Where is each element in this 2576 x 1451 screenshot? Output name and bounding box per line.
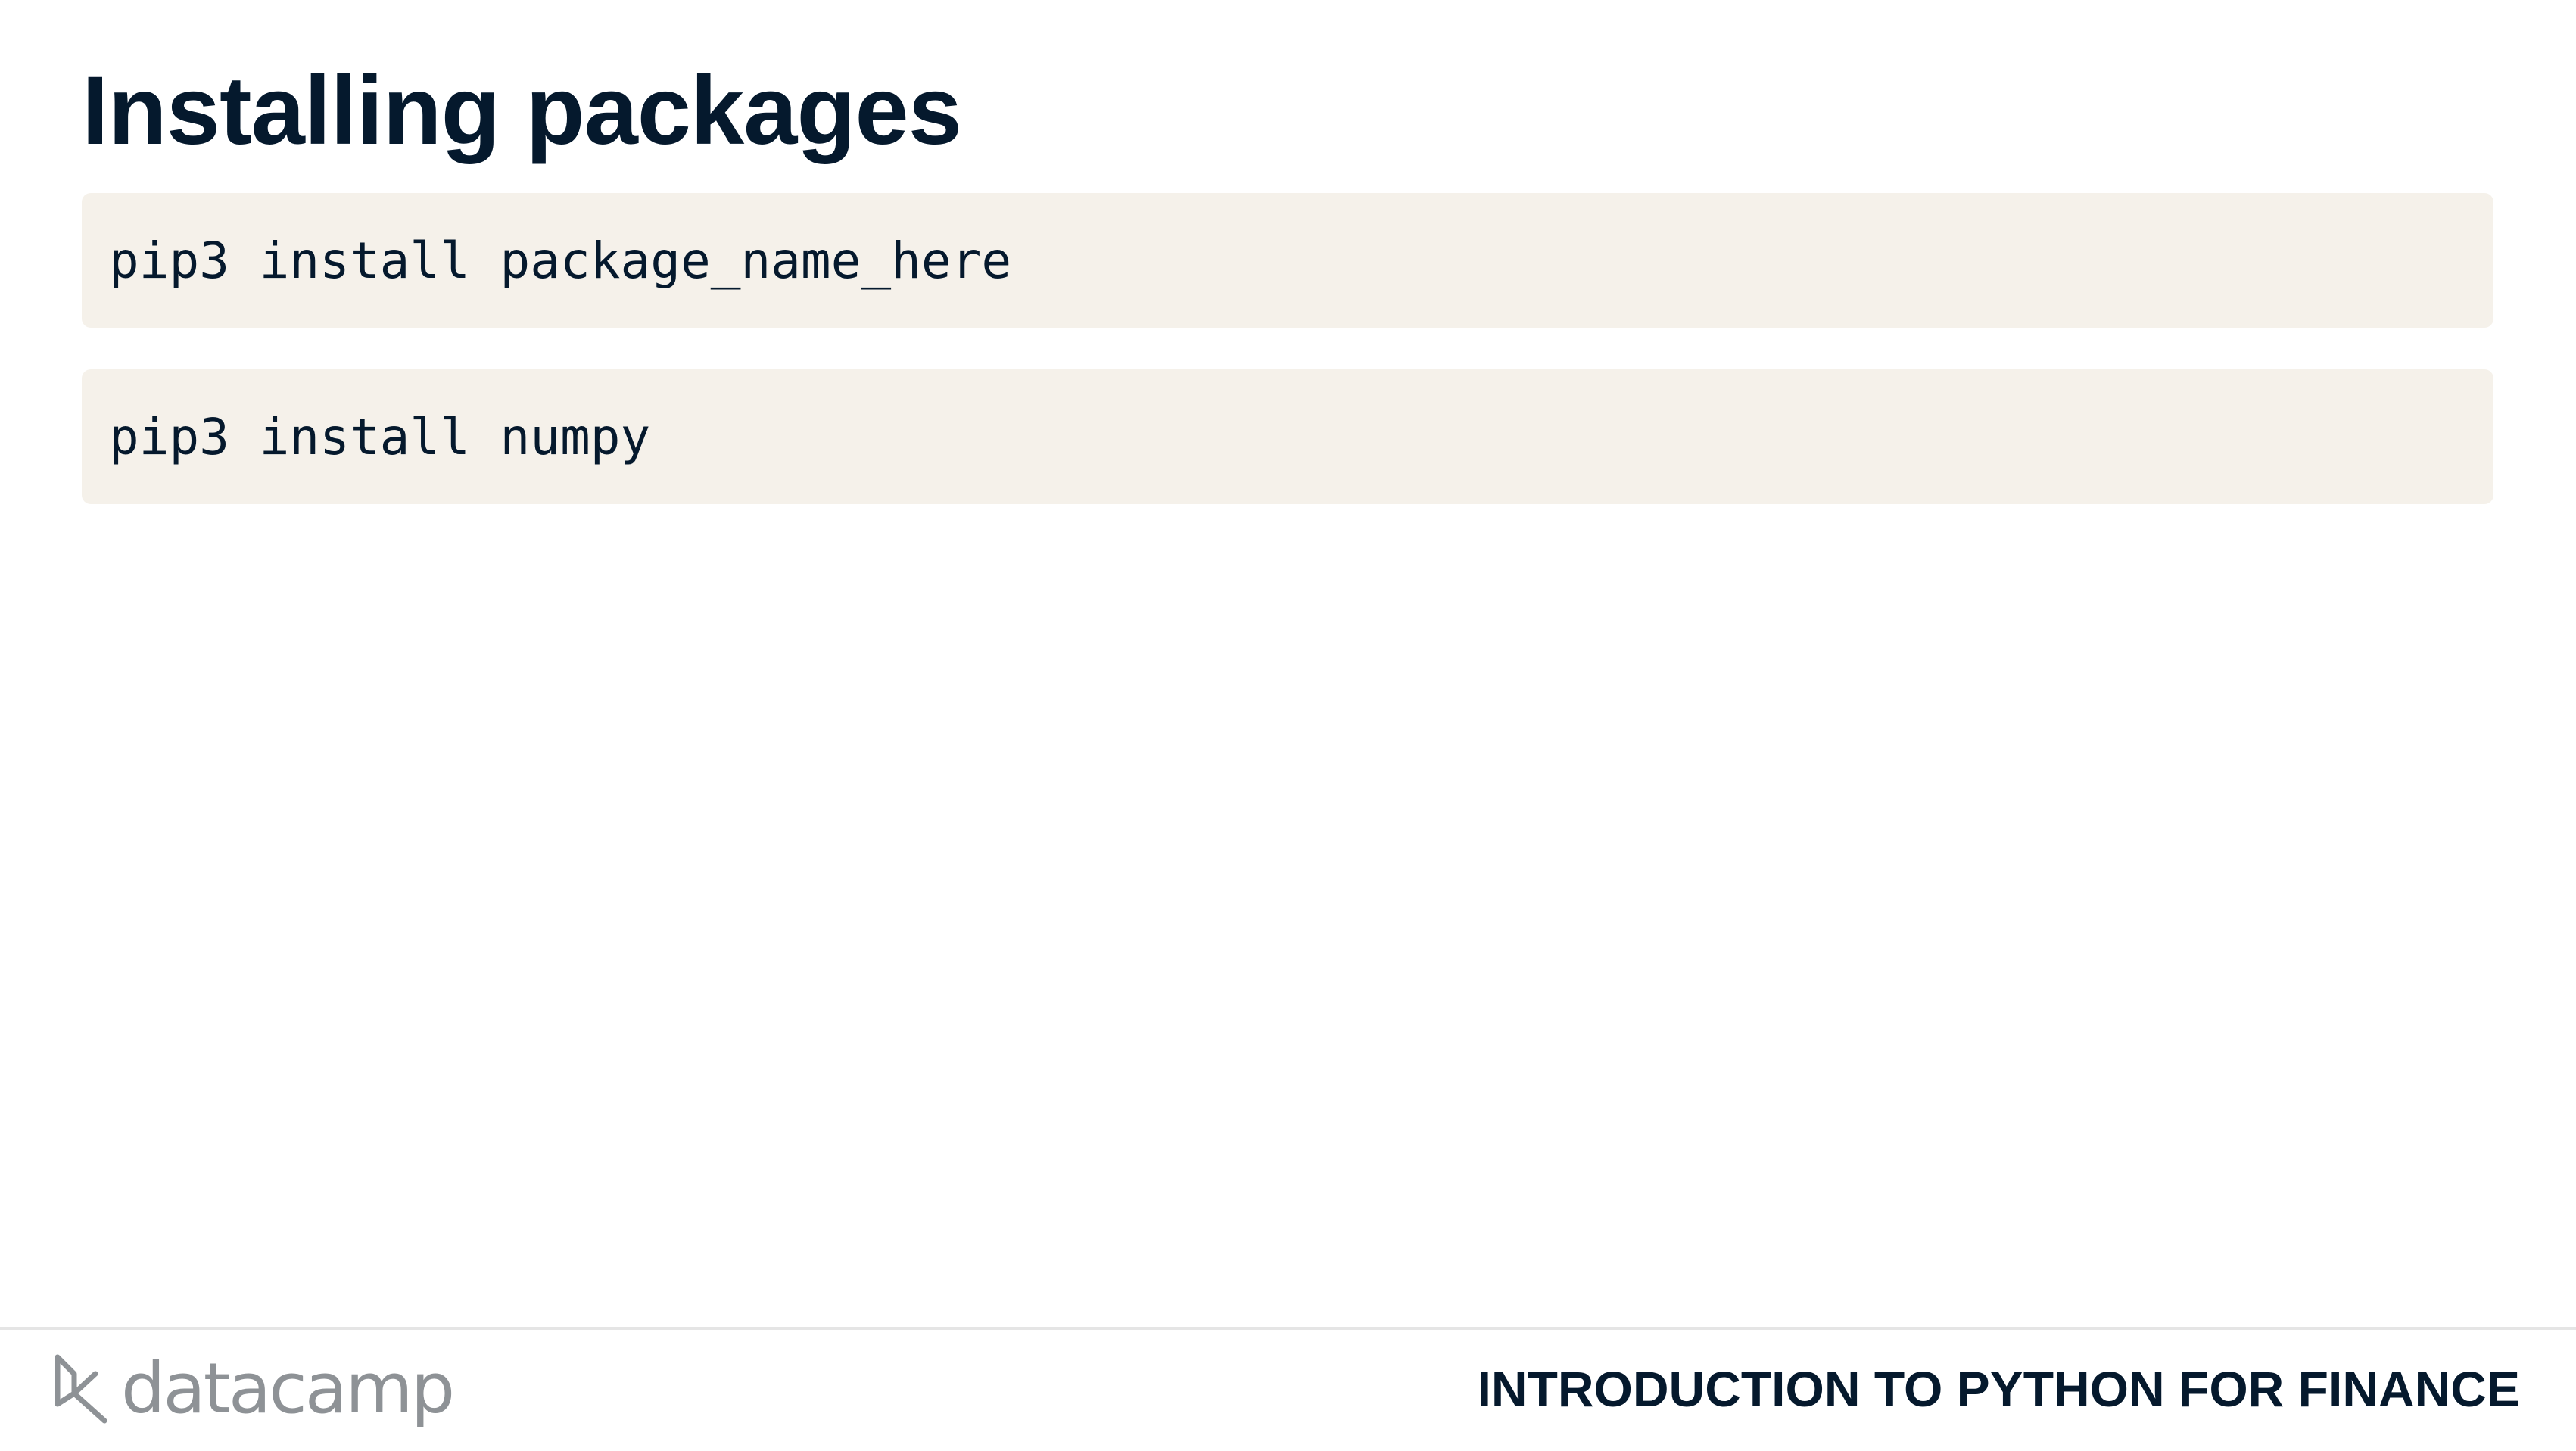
datacamp-logo: datacamp [51, 1347, 455, 1431]
datacamp-logo-icon [55, 1354, 107, 1424]
code-line: pip3 install package_name_here [109, 231, 1012, 290]
brand-name: datacamp [121, 1348, 455, 1429]
slide-title: Installing packages [82, 57, 962, 165]
footer-divider [0, 1327, 2576, 1330]
course-title: INTRODUCTION TO PYTHON FOR FINANCE [1477, 1361, 2520, 1417]
code-block: pip3 install package_name_here [82, 193, 2493, 328]
code-line: pip3 install numpy [109, 407, 651, 466]
code-block: pip3 install numpy [82, 369, 2493, 504]
